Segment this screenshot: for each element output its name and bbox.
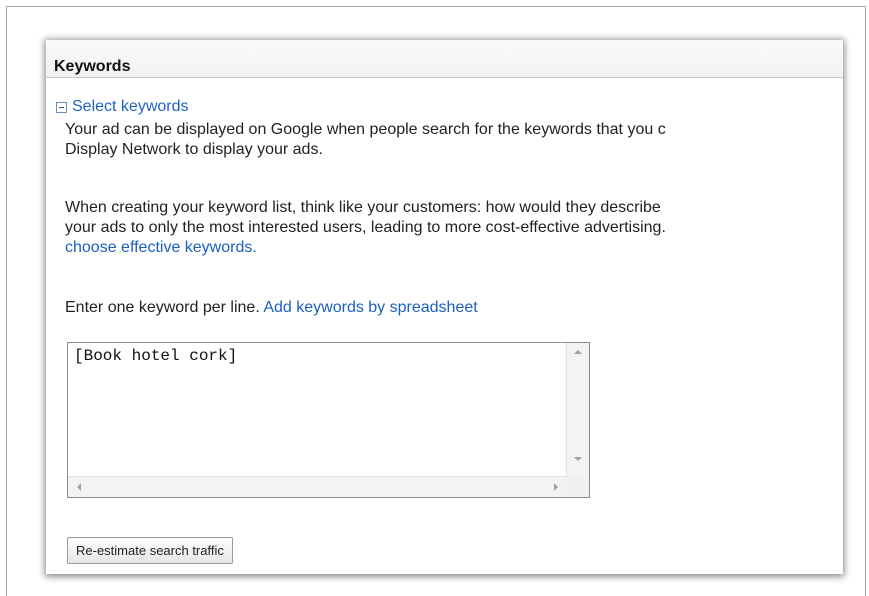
- select-keywords-link[interactable]: Select keywords: [72, 98, 189, 116]
- scroll-right-arrow-icon[interactable]: [554, 483, 558, 491]
- choose-effective-keywords-link[interactable]: choose effective keywords.: [65, 239, 257, 256]
- keywords-textarea-value[interactable]: [Book hotel cork]: [74, 347, 237, 365]
- tips-line-2: your ads to only the most interested use…: [65, 219, 666, 236]
- intro-paragraph: Your ad can be displayed on Google when …: [65, 120, 666, 160]
- scrollbar-corner: [567, 477, 589, 497]
- instruction-text: Enter one keyword per line.: [65, 299, 260, 316]
- scroll-down-arrow-icon[interactable]: [574, 457, 582, 461]
- vertical-scrollbar[interactable]: [566, 343, 589, 477]
- intro-line-1: Your ad can be displayed on Google when …: [65, 121, 666, 138]
- keywords-textarea[interactable]: [Book hotel cork]: [67, 342, 590, 498]
- panel-header: Keywords: [46, 40, 843, 78]
- keywords-panel: Keywords Select keywords Your ad can be …: [46, 40, 843, 574]
- tips-line-1: When creating your keyword list, think l…: [65, 199, 661, 216]
- re-estimate-search-traffic-button[interactable]: Re-estimate search traffic: [67, 537, 233, 564]
- section-toggle[interactable]: Select keywords: [56, 98, 189, 116]
- panel-title: Keywords: [54, 58, 131, 75]
- horizontal-scrollbar[interactable]: [68, 476, 567, 497]
- intro-line-2: Display Network to display your ads.: [65, 141, 323, 158]
- collapse-minus-icon[interactable]: [56, 102, 67, 113]
- tips-paragraph: When creating your keyword list, think l…: [65, 198, 666, 258]
- instruction-line: Enter one keyword per line. Add keywords…: [65, 298, 478, 318]
- scroll-left-arrow-icon[interactable]: [77, 483, 81, 491]
- add-keywords-spreadsheet-link[interactable]: Add keywords by spreadsheet: [263, 299, 477, 316]
- scroll-up-arrow-icon[interactable]: [574, 350, 582, 354]
